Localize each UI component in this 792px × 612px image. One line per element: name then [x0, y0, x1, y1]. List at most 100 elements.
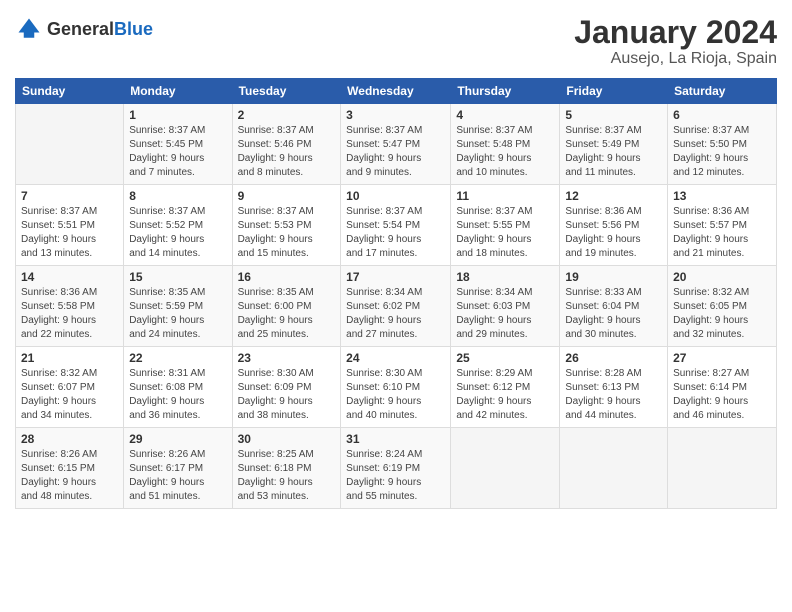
calendar-cell: 23Sunrise: 8:30 AM Sunset: 6:09 PM Dayli…	[232, 347, 341, 428]
day-detail: Sunrise: 8:27 AM Sunset: 6:14 PM Dayligh…	[673, 367, 771, 423]
day-detail: Sunrise: 8:31 AM Sunset: 6:08 PM Dayligh…	[129, 367, 226, 423]
calendar-cell	[560, 428, 668, 509]
day-detail: Sunrise: 8:32 AM Sunset: 6:05 PM Dayligh…	[673, 286, 771, 342]
day-number: 29	[129, 432, 226, 446]
day-detail: Sunrise: 8:36 AM Sunset: 5:56 PM Dayligh…	[565, 205, 662, 261]
day-number: 19	[565, 270, 662, 284]
day-number: 26	[565, 351, 662, 365]
column-header-tuesday: Tuesday	[232, 79, 341, 104]
calendar-cell: 4 Sunrise: 8:37 AM Sunset: 5:48 PM Daylig…	[451, 104, 560, 185]
day-number: 10	[346, 189, 445, 203]
day-number: 12	[565, 189, 662, 203]
day-number: 30	[238, 432, 336, 446]
day-detail: Sunrise: 8:37 AM Sunset: 5:55 PM Dayligh…	[456, 205, 554, 261]
day-detail: Sunrise: 8:32 AM Sunset: 6:07 PM Dayligh…	[21, 367, 118, 423]
calendar-cell: 17Sunrise: 8:34 AM Sunset: 6:02 PM Dayli…	[341, 266, 451, 347]
day-number: 31	[346, 432, 445, 446]
calendar-cell: 12 Sunrise: 8:36 AM Sunset: 5:56 PM Dayli…	[560, 185, 668, 266]
day-number: 25	[456, 351, 554, 365]
day-number: 4	[456, 108, 554, 122]
day-number: 13	[673, 189, 771, 203]
day-detail: Sunrise: 8:37 AM Sunset: 5:53 PM Dayligh…	[238, 205, 336, 261]
day-number: 27	[673, 351, 771, 365]
day-number: 22	[129, 351, 226, 365]
day-detail: Sunrise: 8:37 AM Sunset: 5:50 PM Dayligh…	[673, 124, 771, 180]
page-container: GeneralBlue January 2024 Ausejo, La Rioj…	[0, 0, 792, 519]
calendar-cell: 15 Sunrise: 8:35 AM Sunset: 5:59 PM Dayli…	[124, 266, 232, 347]
day-number: 18	[456, 270, 554, 284]
calendar-cell: 16 Sunrise: 8:35 AM Sunset: 6:00 PM Dayli…	[232, 266, 341, 347]
day-number: 11	[456, 189, 554, 203]
calendar-cell: 25Sunrise: 8:29 AM Sunset: 6:12 PM Dayli…	[451, 347, 560, 428]
day-detail: Sunrise: 8:37 AM Sunset: 5:54 PM Dayligh…	[346, 205, 445, 261]
column-header-friday: Friday	[560, 79, 668, 104]
day-number: 3	[346, 108, 445, 122]
calendar-cell: 20 Sunrise: 8:32 AM Sunset: 6:05 PM Dayli…	[668, 266, 777, 347]
day-detail: Sunrise: 8:30 AM Sunset: 6:09 PM Dayligh…	[238, 367, 336, 423]
calendar-cell: 30 Sunrise: 8:25 AM Sunset: 6:18 PM Dayli…	[232, 428, 341, 509]
day-detail: Sunrise: 8:37 AM Sunset: 5:48 PM Dayligh…	[456, 124, 554, 180]
header-row: SundayMondayTuesdayWednesdayThursdayFrid…	[16, 79, 777, 104]
calendar-cell	[16, 104, 124, 185]
calendar-cell: 28Sunrise: 8:26 AM Sunset: 6:15 PM Dayli…	[16, 428, 124, 509]
calendar-cell: 29 Sunrise: 8:26 AM Sunset: 6:17 PM Dayli…	[124, 428, 232, 509]
day-detail: Sunrise: 8:35 AM Sunset: 6:00 PM Dayligh…	[238, 286, 336, 342]
day-detail: Sunrise: 8:28 AM Sunset: 6:13 PM Dayligh…	[565, 367, 662, 423]
month-title: January 2024	[574, 15, 777, 50]
day-number: 6	[673, 108, 771, 122]
subtitle: Ausejo, La Rioja, Spain	[574, 50, 777, 68]
calendar-week-4: 21 Sunrise: 8:32 AM Sunset: 6:07 PM Dayli…	[16, 347, 777, 428]
day-detail: Sunrise: 8:37 AM Sunset: 5:46 PM Dayligh…	[238, 124, 336, 180]
column-header-sunday: Sunday	[16, 79, 124, 104]
day-number: 16	[238, 270, 336, 284]
calendar-cell	[668, 428, 777, 509]
calendar-week-2: 7 Sunrise: 8:37 AM Sunset: 5:51 PM Daylig…	[16, 185, 777, 266]
calendar-cell: 10 Sunrise: 8:37 AM Sunset: 5:54 PM Dayli…	[341, 185, 451, 266]
calendar-body: 1Sunrise: 8:37 AM Sunset: 5:45 PM Daylig…	[16, 104, 777, 509]
day-number: 7	[21, 189, 118, 203]
day-number: 5	[565, 108, 662, 122]
day-detail: Sunrise: 8:25 AM Sunset: 6:18 PM Dayligh…	[238, 448, 336, 504]
column-header-saturday: Saturday	[668, 79, 777, 104]
day-detail: Sunrise: 8:37 AM Sunset: 5:47 PM Dayligh…	[346, 124, 445, 180]
column-header-wednesday: Wednesday	[341, 79, 451, 104]
logo-text: GeneralBlue	[47, 19, 153, 40]
day-number: 15	[129, 270, 226, 284]
calendar-cell: 7 Sunrise: 8:37 AM Sunset: 5:51 PM Daylig…	[16, 185, 124, 266]
calendar-cell: 26 Sunrise: 8:28 AM Sunset: 6:13 PM Dayli…	[560, 347, 668, 428]
calendar-cell: 5Sunrise: 8:37 AM Sunset: 5:49 PM Daylig…	[560, 104, 668, 185]
calendar-cell: 8 Sunrise: 8:37 AM Sunset: 5:52 PM Daylig…	[124, 185, 232, 266]
day-number: 1	[129, 108, 226, 122]
day-number: 24	[346, 351, 445, 365]
logo-icon	[15, 15, 43, 43]
logo: GeneralBlue	[15, 15, 153, 43]
calendar-cell: 24Sunrise: 8:30 AM Sunset: 6:10 PM Dayli…	[341, 347, 451, 428]
day-number: 28	[21, 432, 118, 446]
calendar-cell: 19 Sunrise: 8:33 AM Sunset: 6:04 PM Dayli…	[560, 266, 668, 347]
day-detail: Sunrise: 8:34 AM Sunset: 6:03 PM Dayligh…	[456, 286, 554, 342]
logo-general: General	[47, 19, 114, 39]
day-number: 14	[21, 270, 118, 284]
calendar-cell: 27 Sunrise: 8:27 AM Sunset: 6:14 PM Dayli…	[668, 347, 777, 428]
day-detail: Sunrise: 8:33 AM Sunset: 6:04 PM Dayligh…	[565, 286, 662, 342]
calendar-cell: 18 Sunrise: 8:34 AM Sunset: 6:03 PM Dayli…	[451, 266, 560, 347]
day-number: 20	[673, 270, 771, 284]
calendar-cell: 14 Sunrise: 8:36 AM Sunset: 5:58 PM Dayli…	[16, 266, 124, 347]
day-detail: Sunrise: 8:37 AM Sunset: 5:52 PM Dayligh…	[129, 205, 226, 261]
calendar-cell: 21 Sunrise: 8:32 AM Sunset: 6:07 PM Dayli…	[16, 347, 124, 428]
day-number: 21	[21, 351, 118, 365]
calendar-header: SundayMondayTuesdayWednesdayThursdayFrid…	[16, 79, 777, 104]
calendar-table: SundayMondayTuesdayWednesdayThursdayFrid…	[15, 78, 777, 509]
day-number: 8	[129, 189, 226, 203]
header: GeneralBlue January 2024 Ausejo, La Rioj…	[15, 15, 777, 68]
logo-blue: Blue	[114, 19, 153, 39]
day-detail: Sunrise: 8:35 AM Sunset: 5:59 PM Dayligh…	[129, 286, 226, 342]
day-number: 9	[238, 189, 336, 203]
day-number: 17	[346, 270, 445, 284]
calendar-cell	[451, 428, 560, 509]
day-detail: Sunrise: 8:26 AM Sunset: 6:17 PM Dayligh…	[129, 448, 226, 504]
day-detail: Sunrise: 8:37 AM Sunset: 5:51 PM Dayligh…	[21, 205, 118, 261]
calendar-cell: 6 Sunrise: 8:37 AM Sunset: 5:50 PM Daylig…	[668, 104, 777, 185]
calendar-cell: 3 Sunrise: 8:37 AM Sunset: 5:47 PM Daylig…	[341, 104, 451, 185]
day-detail: Sunrise: 8:36 AM Sunset: 5:58 PM Dayligh…	[21, 286, 118, 342]
